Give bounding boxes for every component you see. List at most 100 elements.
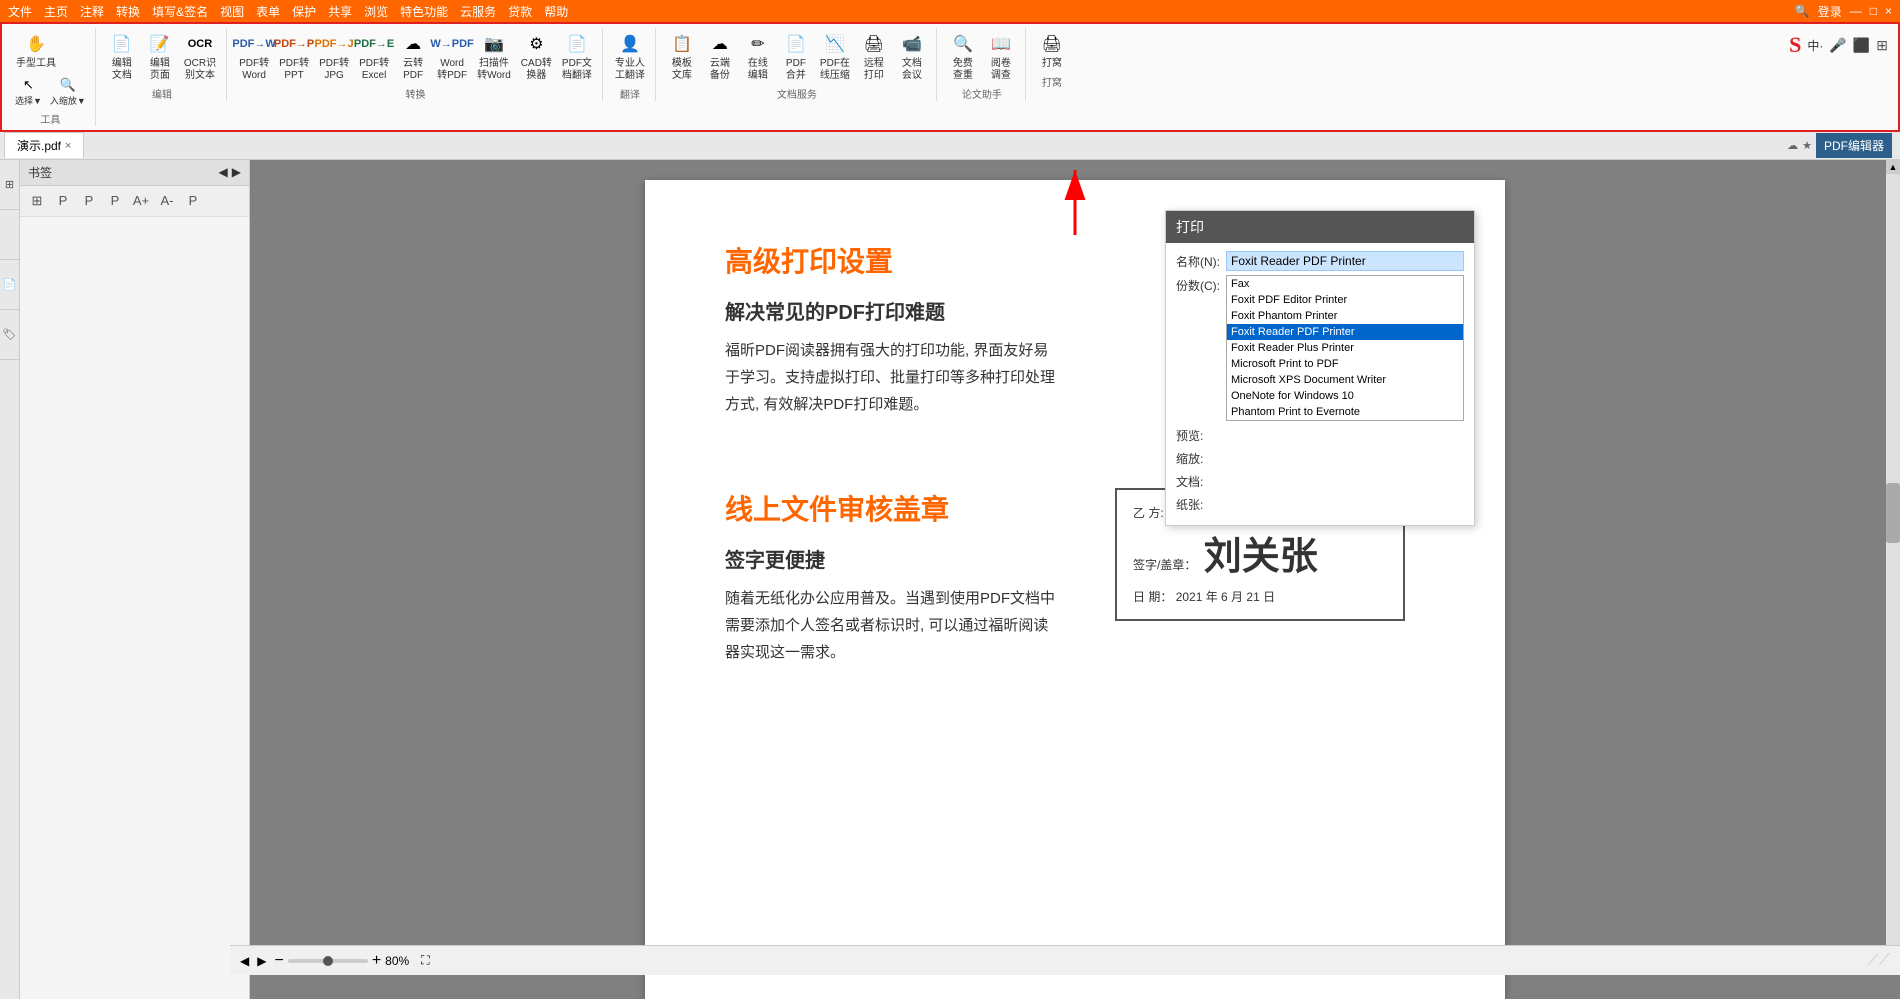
pdf-to-word-button[interactable]: PDF→W PDF转Word: [235, 28, 273, 84]
edit-page-button[interactable]: 📝 编辑页面: [142, 28, 178, 84]
cloud-backup-button[interactable]: ☁ 云端备份: [702, 28, 738, 84]
sidebar-tool-1[interactable]: P: [52, 190, 74, 212]
zoom-slider[interactable]: [288, 959, 368, 963]
pdf-to-jpg-button[interactable]: PDF→J PDF转JPG: [315, 28, 353, 84]
sidebar-nav-prev[interactable]: ◀: [219, 165, 228, 179]
pdf-editor-label[interactable]: PDF编辑器: [1816, 133, 1892, 158]
online-edit-button[interactable]: ✏ 在线编辑: [740, 28, 776, 84]
reading-survey-button[interactable]: 📖 阅卷调查: [983, 28, 1019, 84]
sidebar-nav-next[interactable]: ▶: [232, 165, 241, 179]
printer-foxit-editor[interactable]: Foxit PDF Editor Printer: [1227, 292, 1463, 308]
pdf-to-ppt-button[interactable]: PDF→P PDF转PPT: [275, 28, 313, 84]
window-close[interactable]: ×: [1885, 4, 1892, 18]
expand-icon[interactable]: ⛶: [421, 953, 429, 968]
doc-meeting-button[interactable]: 📹 文档会议: [894, 28, 930, 84]
printer-onenote[interactable]: OneNote for Windows 10: [1227, 388, 1463, 404]
sidebar-tool-2[interactable]: P: [78, 190, 100, 212]
mic-icon[interactable]: 🎤: [1829, 37, 1846, 54]
panel-icon-2[interactable]: [0, 210, 20, 260]
zoom-minus-button[interactable]: −: [274, 952, 283, 970]
printer-foxit-phantom[interactable]: Foxit Phantom Printer: [1227, 308, 1463, 324]
sidebar-tool-3[interactable]: P: [104, 190, 126, 212]
menu-item-help[interactable]: 帮助: [544, 3, 568, 20]
menu-item-browse[interactable]: 浏览: [364, 3, 388, 20]
apps-icon[interactable]: ⊞: [1876, 37, 1888, 54]
search-input-area[interactable]: 🔍: [1795, 4, 1810, 18]
printer-foxit-reader[interactable]: Foxit Reader PDF Printer: [1227, 324, 1463, 340]
tab-close-button[interactable]: ×: [65, 140, 71, 152]
window-maximize[interactable]: □: [1870, 4, 1877, 18]
zoom-plus-button[interactable]: +: [372, 952, 381, 970]
menu-item-home[interactable]: 主页: [44, 3, 68, 20]
pdf-excel-icon: PDF→E: [360, 30, 388, 58]
sidebar-tool-a-minus[interactable]: A-: [156, 190, 178, 212]
sidebar-tool-grid[interactable]: ⊞: [26, 190, 48, 212]
pro-translate-button[interactable]: 👤 专业人工翻译: [611, 28, 649, 84]
edit-doc-icon: 📄: [108, 30, 136, 58]
printer-phantom-evernote[interactable]: Phantom Print to Evernote: [1227, 404, 1463, 420]
print-button[interactable]: 🖨 打窝: [1034, 28, 1070, 72]
sidebar-content: [20, 217, 249, 999]
template-button[interactable]: 📋 模板文库: [664, 28, 700, 84]
scrollbar-thumb[interactable]: [1886, 483, 1900, 543]
cloud-to-pdf-button[interactable]: ☁ 云转PDF: [395, 28, 431, 84]
menu-item-loan[interactable]: 贷款: [508, 3, 532, 20]
zoom-tool-button[interactable]: 🔍 入缩放▼: [47, 72, 89, 109]
sidebar-tool-4[interactable]: P: [182, 190, 204, 212]
grid-icon[interactable]: ⬛: [1853, 37, 1870, 54]
menu-item-comment[interactable]: 注释: [80, 3, 104, 20]
panel-icon-3[interactable]: 📄: [0, 260, 20, 310]
print-icon: 🖨: [1038, 30, 1066, 58]
menu-item-protect[interactable]: 保护: [292, 3, 316, 20]
scrollbar-up[interactable]: ▲: [1886, 160, 1900, 174]
sidebar-tool-a-plus[interactable]: A+: [130, 190, 152, 212]
printer-foxit-plus[interactable]: Foxit Reader Plus Printer: [1227, 340, 1463, 356]
section2-text: 线上文件审核盖章 签字更便捷 随着无纸化办公应用普及。当遇到使用PDF文档中 需…: [725, 488, 1085, 696]
sidebar: 书签 ◀ ▶ ⊞ P P P A+ A- P: [20, 160, 250, 999]
pdf-translate-button[interactable]: 📄 PDF文档翻译: [558, 28, 596, 84]
window-minimize[interactable]: —: [1850, 4, 1862, 18]
menu-item-features[interactable]: 特色功能: [400, 3, 448, 20]
printer-ms-xps[interactable]: Microsoft XPS Document Writer: [1227, 372, 1463, 388]
tools-group-label: 工具: [12, 111, 89, 126]
select-label: 选择▼: [15, 96, 42, 107]
menu-item-form[interactable]: 表单: [256, 3, 280, 20]
pdf-merge-label: PDF合并: [786, 58, 806, 82]
pdf-tab[interactable]: 演示.pdf ×: [4, 132, 84, 158]
print-paper-label: 纸张:: [1176, 494, 1226, 513]
scan-to-word-button[interactable]: 📷 扫描件转Word: [473, 28, 515, 84]
menu-item-file[interactable]: 文件: [8, 3, 32, 20]
print-name-label: 名称(N):: [1176, 251, 1226, 270]
printer-fax[interactable]: Fax: [1227, 276, 1463, 292]
menu-item-share[interactable]: 共享: [328, 3, 352, 20]
page-nav-prev[interactable]: ◀: [240, 954, 249, 968]
panel-icon-1[interactable]: ⊞: [0, 160, 20, 210]
select-tool-button[interactable]: ↖ 选择▼: [12, 72, 45, 109]
scan-icon: 📷: [480, 30, 508, 58]
remote-print-button[interactable]: 🖨 远程打印: [856, 28, 892, 84]
panel-icon-4[interactable]: 🏷: [0, 310, 20, 360]
hand-tool-button[interactable]: ✋ 手型工具: [12, 28, 60, 72]
menu-item-convert[interactable]: 转换: [116, 3, 140, 20]
tab-filename: 演示.pdf: [17, 137, 61, 154]
word-to-pdf-button[interactable]: W→PDF Word转PDF: [433, 28, 471, 84]
pdf-compress-button[interactable]: 📉 PDF在线压缩: [816, 28, 854, 84]
pdf-merge-button[interactable]: 📄 PDF合并: [778, 28, 814, 84]
menu-item-sign[interactable]: 填写&签名: [152, 3, 208, 20]
ocr-button[interactable]: OCR OCR识别文本: [180, 28, 220, 84]
print-zoom-label: 缩放:: [1176, 448, 1226, 467]
menu-item-view[interactable]: 视图: [220, 3, 244, 20]
scrollbar[interactable]: ▲ ▼: [1886, 160, 1900, 969]
edit-doc-button[interactable]: 📄 编辑文档: [104, 28, 140, 84]
input-method-label[interactable]: 中·: [1807, 37, 1823, 54]
pdf-to-excel-button[interactable]: PDF→E PDF转Excel: [355, 28, 393, 84]
printer-ms-pdf[interactable]: Microsoft Print to PDF: [1227, 356, 1463, 372]
check-duplicate-button[interactable]: 🔍 免费查重: [945, 28, 981, 84]
menu-item-cloud[interactable]: 云服务: [460, 3, 496, 20]
page-nav-next[interactable]: ▶: [257, 954, 266, 968]
cad-label: CAD转换器: [521, 58, 552, 82]
cad-converter-button[interactable]: ⚙ CAD转换器: [517, 28, 556, 84]
translation-row: 👤 专业人工翻译: [611, 28, 649, 84]
login-button[interactable]: 登录: [1818, 3, 1842, 20]
print-name-input[interactable]: Foxit Reader PDF Printer: [1226, 251, 1464, 271]
